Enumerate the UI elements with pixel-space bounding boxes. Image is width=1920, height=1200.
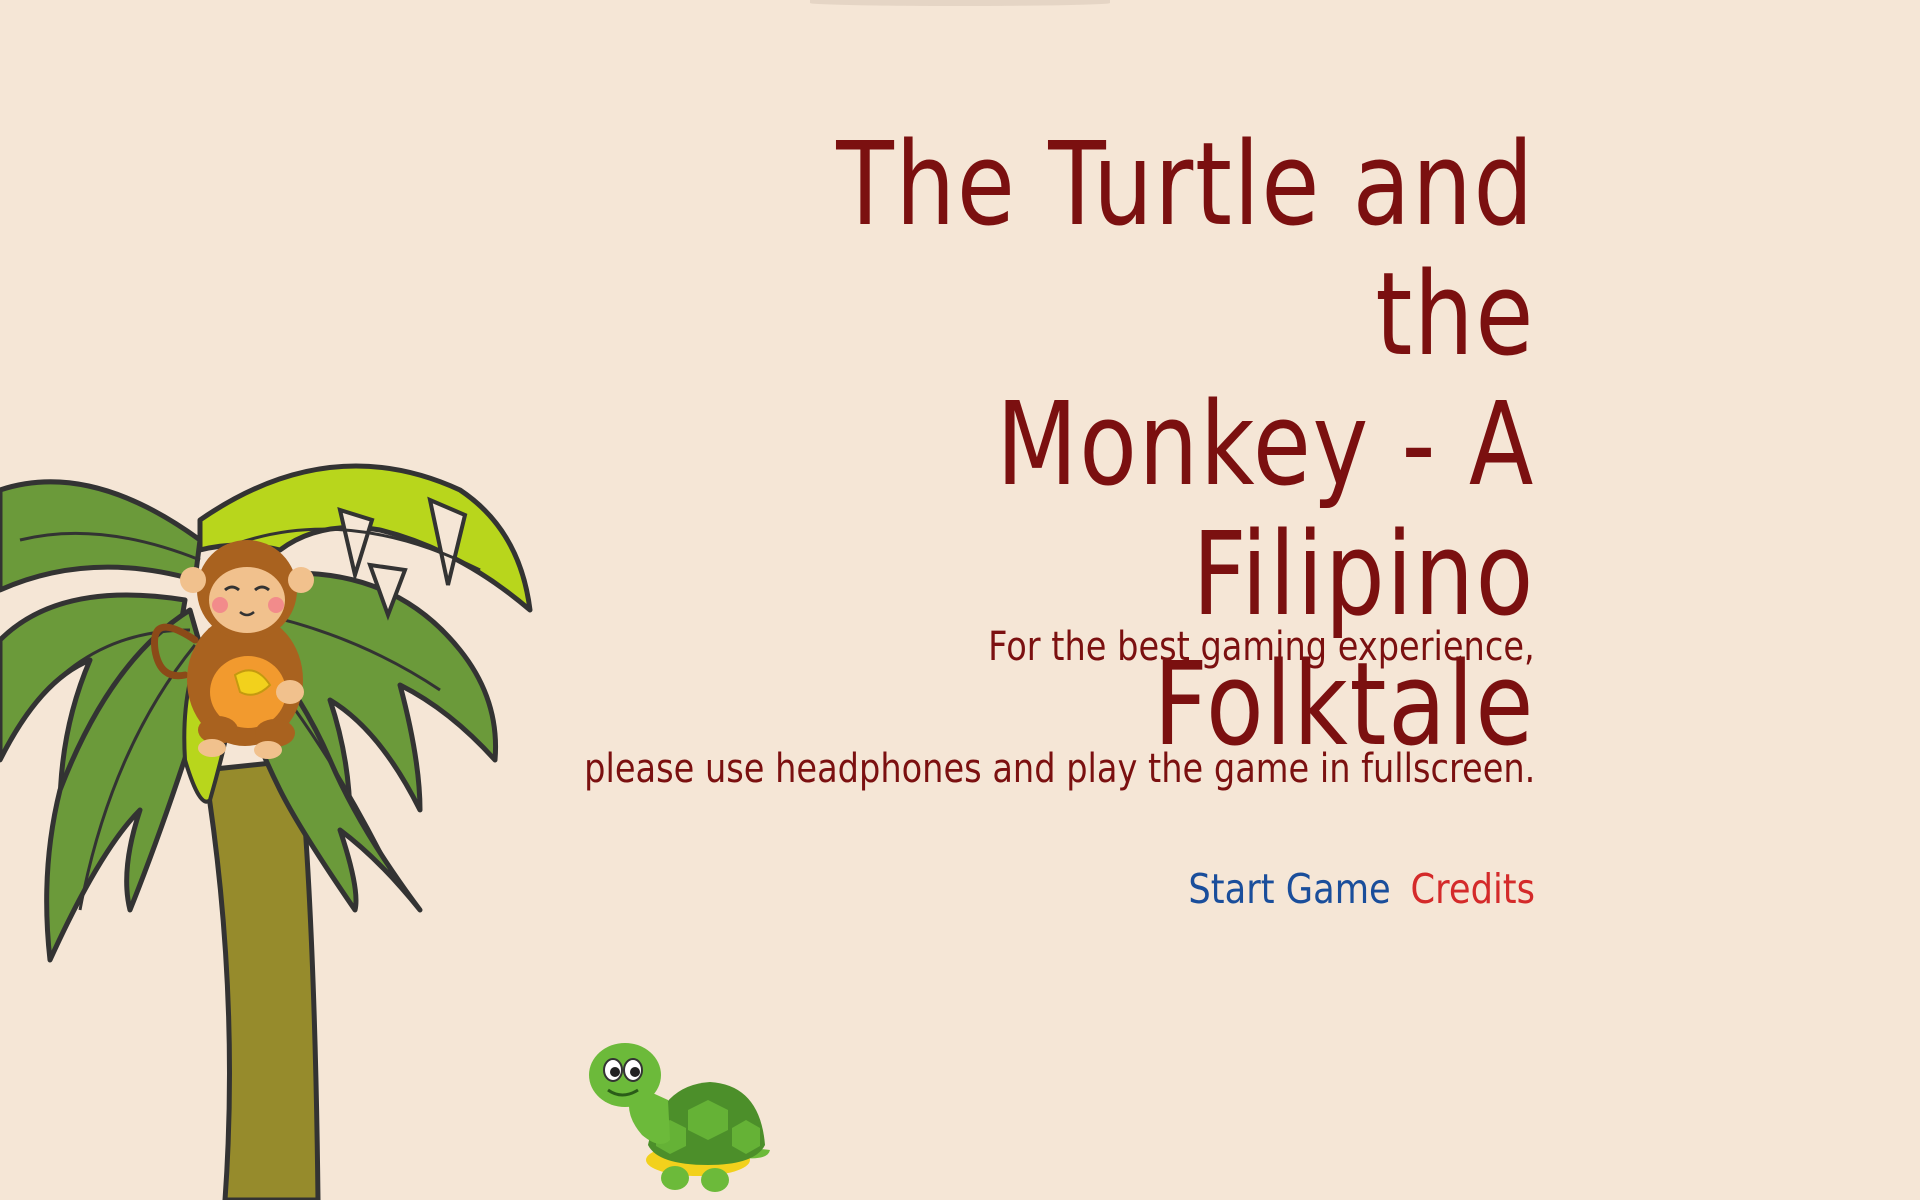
- main-menu: Start Game Credits: [1188, 864, 1535, 914]
- title-line-2: Monkey - A Filipino: [996, 378, 1535, 642]
- palm-tree-icon: [0, 463, 533, 1200]
- top-shadow: [810, 0, 1110, 6]
- subtitle-line-2: please use headphones and play the game …: [583, 746, 1535, 792]
- subtitle-line-1: For the best gaming experience,: [988, 624, 1535, 670]
- game-title: The Turtle and the Monkey - A Filipino F…: [703, 120, 1535, 770]
- title-line-1: The Turtle and the: [836, 118, 1535, 382]
- start-game-link[interactable]: Start Game: [1188, 864, 1390, 914]
- credits-link[interactable]: Credits: [1411, 864, 1535, 914]
- turtle-icon: [589, 1043, 770, 1192]
